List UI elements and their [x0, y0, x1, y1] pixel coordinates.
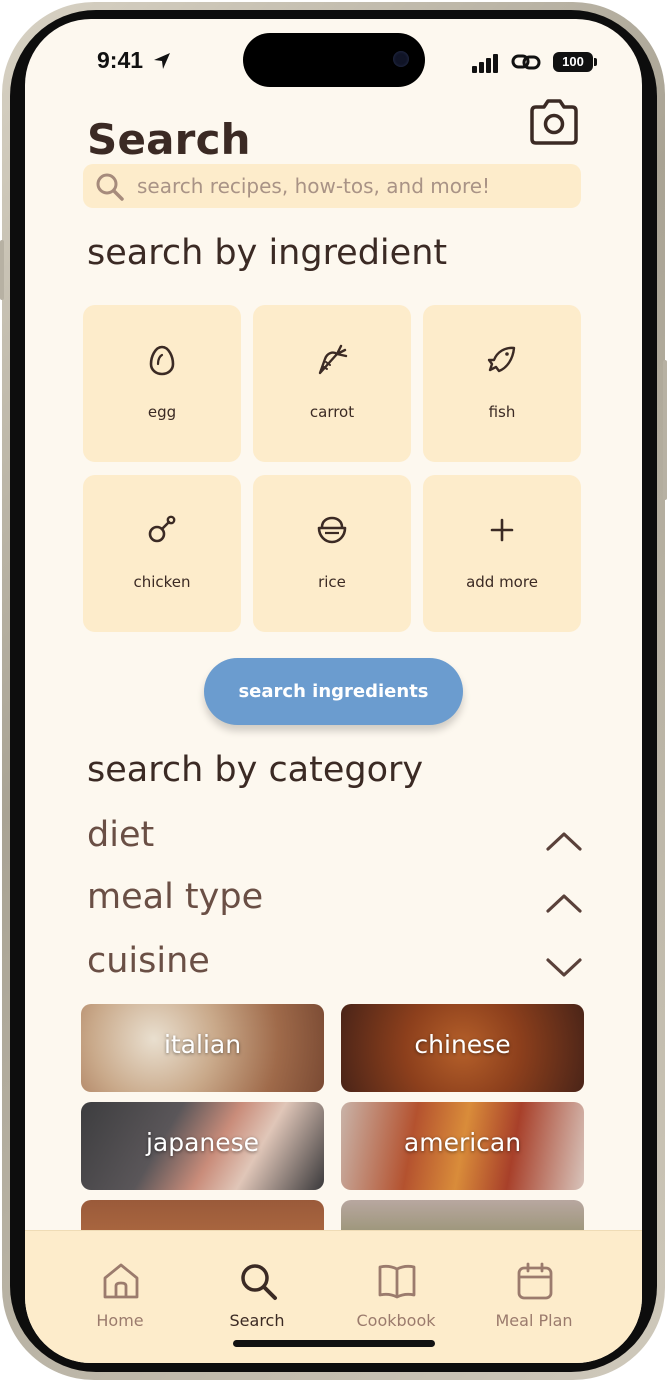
category-label: cuisine	[87, 941, 210, 981]
battery-indicator: 100	[553, 52, 593, 72]
page-title: Search	[87, 115, 251, 164]
rice-bowl-icon	[317, 516, 347, 544]
search-input[interactable]	[137, 170, 567, 202]
search-ingredients-button[interactable]: search ingredients	[204, 658, 463, 725]
cuisine-label: chinese	[414, 1030, 511, 1059]
home-icon	[103, 1263, 139, 1299]
tab-label: Meal Plan	[495, 1311, 573, 1330]
ingredient-tile-chicken[interactable]: chicken	[83, 475, 241, 632]
cuisine-label: japanese	[145, 1128, 260, 1157]
app-screen: 9:41 100 Search search by	[25, 19, 642, 1363]
add-more-tile[interactable]: add more	[423, 475, 581, 632]
category-meal-type[interactable]: meal type	[87, 877, 587, 927]
cuisine-card-italian[interactable]: italian	[81, 1004, 324, 1092]
search-bar[interactable]	[83, 164, 581, 208]
category-diet[interactable]: diet	[87, 815, 587, 865]
link-icon	[511, 54, 541, 70]
ingredient-tile-carrot[interactable]: carrot	[253, 305, 411, 462]
tab-label: Home	[96, 1311, 144, 1330]
ingredient-label: fish	[488, 403, 516, 421]
ingredient-tile-egg[interactable]: egg	[83, 305, 241, 462]
ingredient-label: chicken	[133, 573, 191, 591]
ingredient-tile-rice[interactable]: rice	[253, 475, 411, 632]
camera-icon[interactable]	[528, 99, 580, 145]
chevron-up-icon[interactable]	[545, 829, 583, 853]
category-section-title: search by category	[87, 750, 424, 790]
tab-home[interactable]: Home	[55, 1231, 185, 1341]
calendar-icon	[517, 1262, 553, 1300]
category-label: diet	[87, 815, 155, 855]
ingredient-section-title: search by ingredient	[87, 233, 448, 273]
cuisine-label: american	[403, 1128, 522, 1157]
search-icon	[96, 173, 124, 201]
chevron-up-icon[interactable]	[545, 891, 583, 915]
status-bar: 9:41 100	[25, 19, 642, 99]
cellular-signal-icon	[472, 54, 498, 73]
battery-tip	[594, 58, 597, 66]
plus-icon	[490, 518, 514, 542]
ingredient-tile-fish[interactable]: fish	[423, 305, 581, 462]
home-indicator	[233, 1340, 435, 1347]
ingredient-label: add more	[466, 573, 538, 591]
ingredient-label: rice	[318, 573, 346, 591]
carrot-icon	[318, 344, 348, 375]
location-arrow-icon	[154, 53, 170, 69]
tab-meal-plan[interactable]: Meal Plan	[469, 1231, 599, 1341]
tab-search[interactable]: Search	[192, 1231, 322, 1341]
side-button-left	[0, 240, 4, 300]
tab-label: Cookbook	[356, 1311, 436, 1330]
front-camera	[393, 51, 409, 67]
category-label: meal type	[87, 877, 264, 917]
chicken-leg-icon	[148, 515, 176, 543]
egg-icon	[149, 345, 175, 376]
category-cuisine[interactable]: cuisine	[87, 941, 587, 991]
search-icon	[241, 1264, 277, 1300]
chevron-down-icon[interactable]	[545, 955, 583, 979]
tab-cookbook[interactable]: Cookbook	[331, 1231, 461, 1341]
side-button-right	[663, 360, 667, 500]
book-icon	[378, 1264, 416, 1299]
ingredient-label: egg	[147, 403, 177, 421]
dynamic-island	[243, 33, 425, 87]
cuisine-card-japanese[interactable]: japanese	[81, 1102, 324, 1190]
ingredient-label: carrot	[309, 403, 355, 421]
cuisine-label: italian	[163, 1030, 242, 1059]
cuisine-card-american[interactable]: american	[341, 1102, 584, 1190]
tab-label: Search	[229, 1311, 285, 1330]
status-time: 9:41	[97, 47, 144, 73]
cuisine-card-chinese[interactable]: chinese	[341, 1004, 584, 1092]
fish-icon	[487, 346, 516, 373]
